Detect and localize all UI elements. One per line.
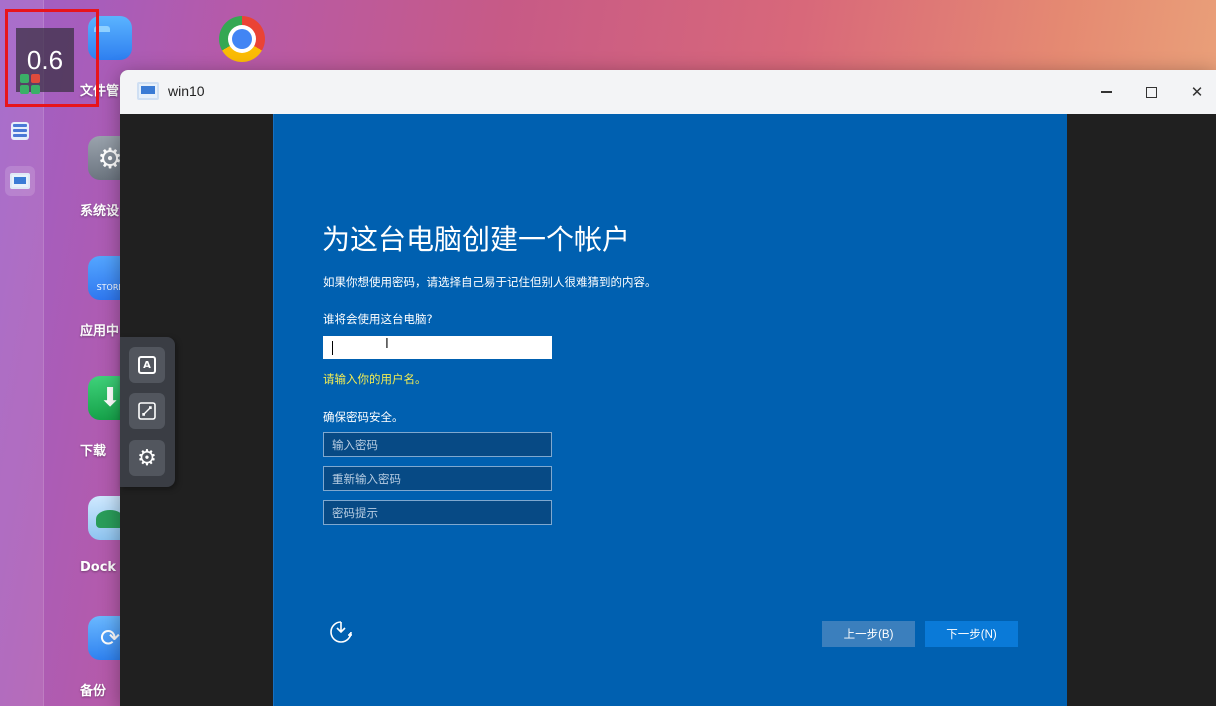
username-input[interactable] [323,336,552,359]
maximize-button[interactable] [1137,80,1165,104]
oobe-screen: 为这台电脑创建一个帐户 如果你想使用密码，请选择自己易于记住但别人很难猜到的内容… [273,114,1067,706]
desktop-label-backup[interactable]: 备份 [80,680,106,699]
desktop-label-download[interactable]: 下载 [80,440,106,459]
chrome-icon[interactable] [219,16,265,62]
back-button[interactable]: 上一步(B) [822,621,915,647]
app-grid-icon[interactable] [7,118,33,144]
close-button[interactable]: ✕ [1183,80,1211,104]
vm-monitor-icon[interactable] [5,166,35,196]
page-subtitle: 如果你想使用密码，请选择自己易于记住但别人很难猜到的内容。 [323,275,657,289]
close-icon: ✕ [1190,83,1204,101]
desktop-label-appstore[interactable]: 应用中 [80,320,119,339]
page-title: 为这台电脑创建一个帐户 [322,223,631,256]
password-hint-input[interactable] [323,500,552,525]
keyboard-button[interactable]: A [129,347,165,383]
maximize-icon [1145,86,1157,98]
password-section-label: 确保密码安全。 [323,410,404,424]
confirm-password-input[interactable] [323,466,552,491]
vm-window: win10 ✕ 为这台电脑创建一个帐户 如果你想使用密码，请选择自己易于记住但别… [120,70,1216,706]
text-caret [332,341,333,355]
accessibility-icon[interactable] [328,619,354,645]
next-button[interactable]: 下一步(N) [925,621,1018,647]
floating-toolbar: A ⚙ [120,337,175,487]
desktop-label-settings[interactable]: 系统设 [80,200,119,219]
vm-monitor-icon [137,82,159,100]
fullscreen-button[interactable] [129,393,165,429]
minimize-icon [1100,91,1112,93]
app-launcher-icon [20,74,40,94]
username-error-hint: 请输入你的用户名。 [323,372,427,386]
gear-icon: ⚙ [137,445,157,471]
keyboard-icon: A [138,356,156,374]
fullscreen-icon [138,402,156,420]
desktop-label-docker[interactable]: Dock [80,560,116,575]
ibeam-cursor-icon: I [385,337,389,352]
username-label: 谁将会使用这台电脑? [323,312,433,326]
password-input[interactable] [323,432,552,457]
zoom-highlight-box: 0.6 [5,9,99,107]
window-title: win10 [168,83,205,99]
minimize-button[interactable] [1092,80,1120,104]
window-titlebar[interactable]: win10 ✕ [120,70,1216,114]
toolbar-settings-button[interactable]: ⚙ [129,440,165,476]
